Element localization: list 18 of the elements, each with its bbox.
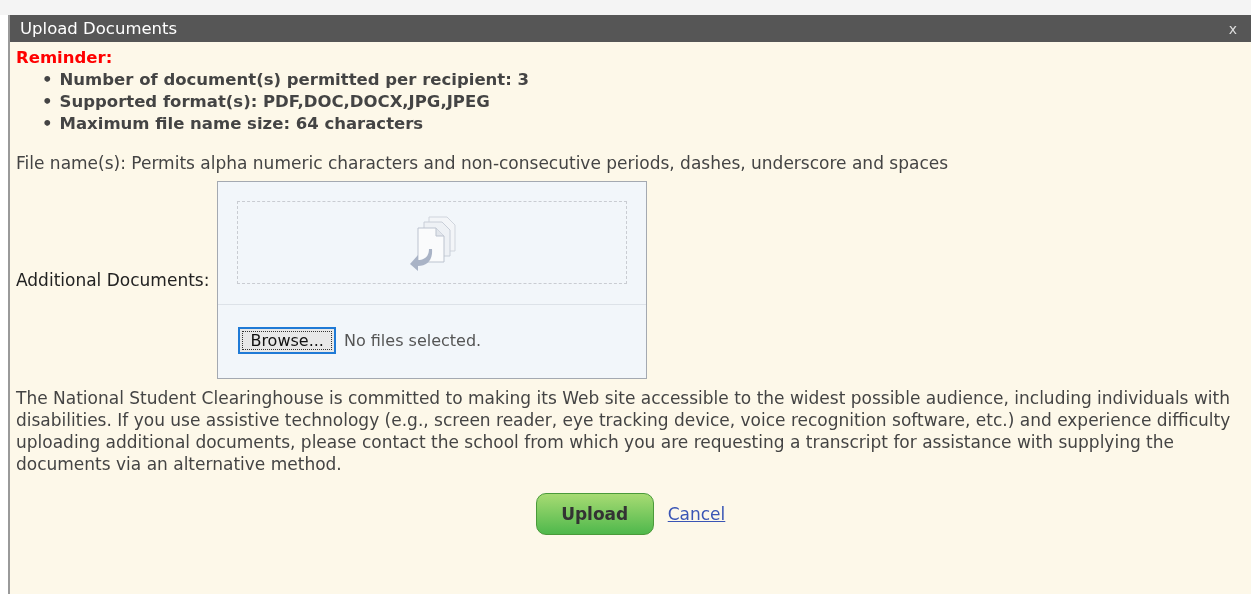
accessibility-note: The National Student Clearinghouse is committed to making its Web site accessible to the widest possible audience, including individuals with disabilities. If you use assistive technology (e.g., screen reader, eye tracking device, voice recognition software, etc.) and experience difficulty uploading additional documents, please contact the school from which you are requesting a transcript for assistance with supplying the documents via an alternative method.	[16, 387, 1232, 475]
reminder-item: Supported format(s): PDF,DOC,DOCX,JPG,JPEG	[59, 92, 490, 111]
reminder-heading: Reminder:	[16, 48, 114, 67]
dialog-title: Upload Documents	[20, 19, 178, 38]
upload-button[interactable]: Upload	[535, 493, 654, 535]
reminder-item: Maximum file name size: 64 characters	[59, 114, 424, 133]
documents-icon	[407, 214, 458, 271]
file-name-note: File name(s): Permits alpha numeric characters and non-consecutive periods, dashes, underscore and spaces	[16, 153, 950, 173]
drop-zone[interactable]	[237, 201, 628, 284]
cancel-link[interactable]: Cancel	[667, 504, 726, 524]
file-status: No files selected.	[343, 331, 482, 350]
browse-button[interactable]: Browse...	[238, 327, 336, 354]
reminder-item: Number of document(s) permitted per recipient: 3	[59, 70, 530, 89]
bullet: •	[42, 114, 53, 133]
bullet: •	[42, 70, 53, 89]
field-label: Additional Documents:	[16, 270, 210, 290]
bullet: •	[42, 92, 53, 111]
close-button[interactable]: x	[1224, 20, 1241, 37]
